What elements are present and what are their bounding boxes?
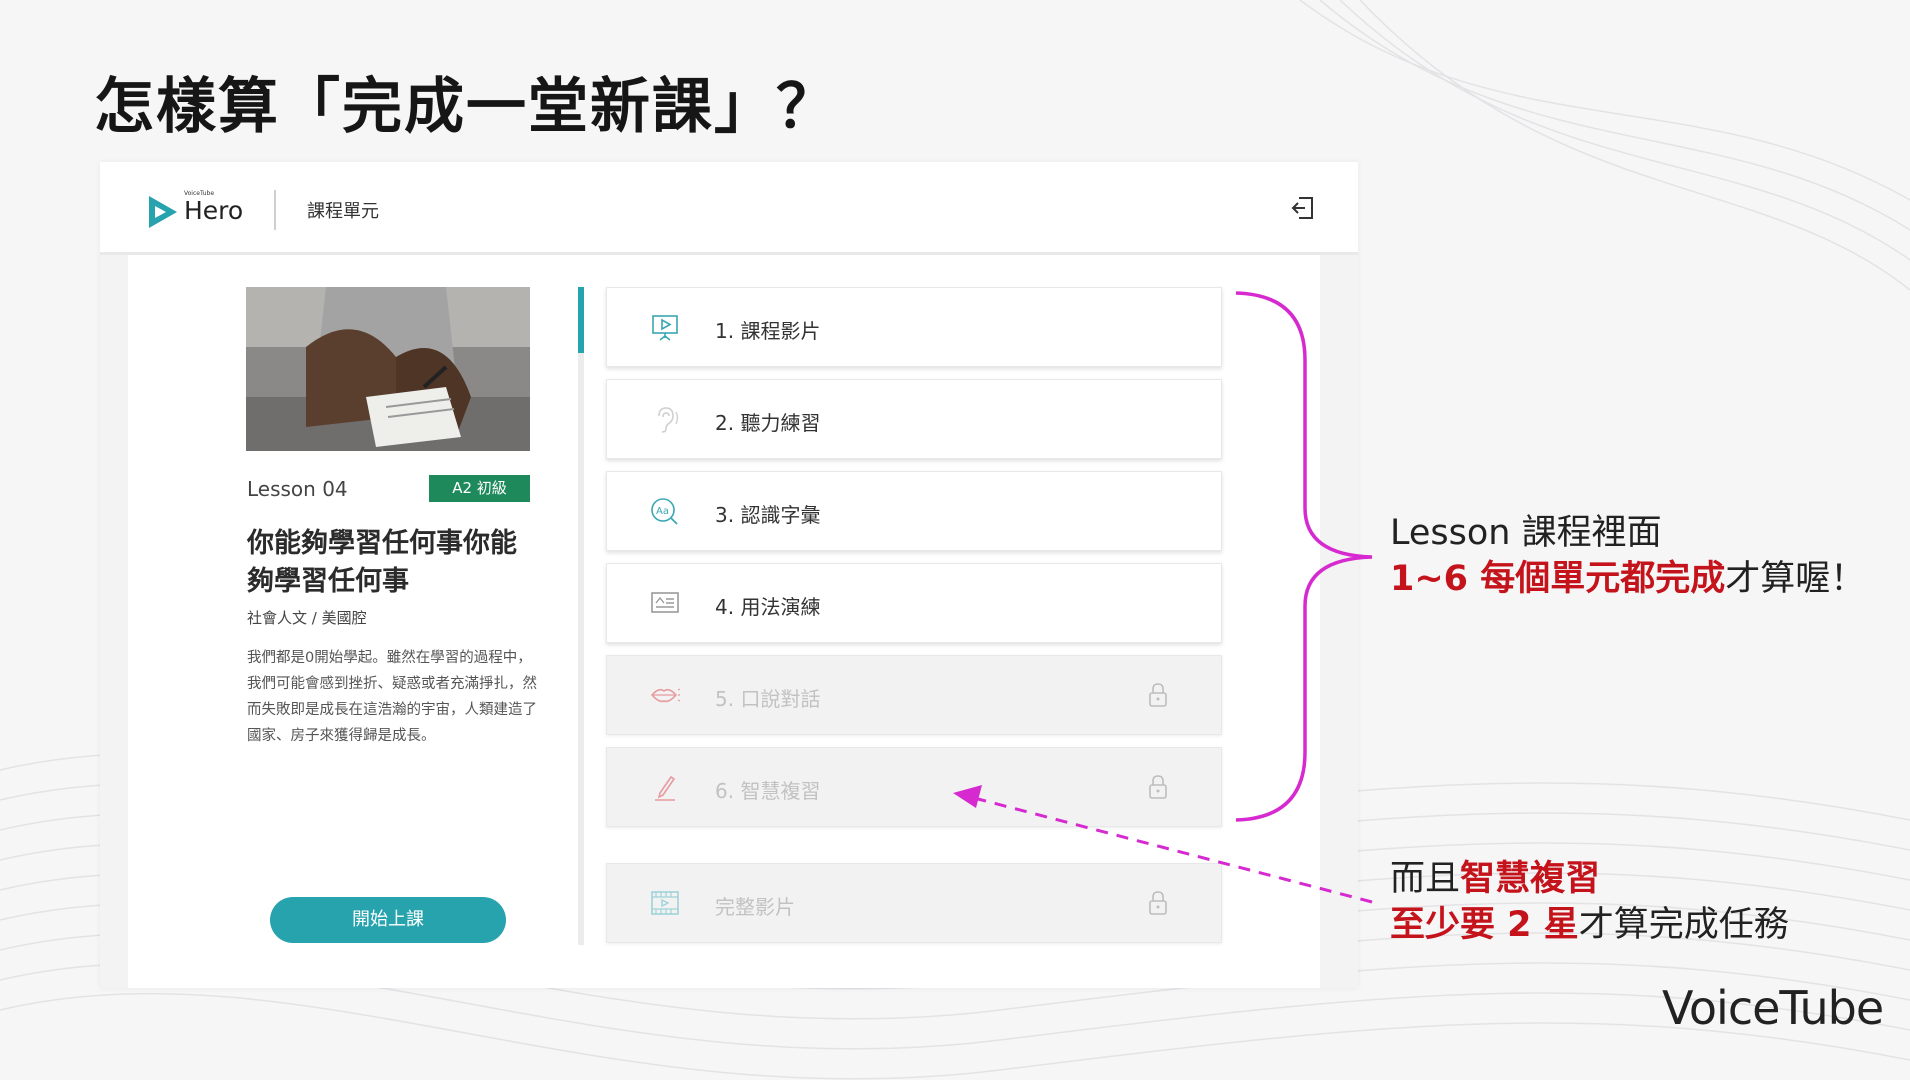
annotation-text: 才算完成任務 bbox=[1578, 905, 1789, 945]
dashed-arrow-line bbox=[977, 797, 1373, 904]
voicetube-logo: VoiceTube bbox=[1592, 975, 1892, 1045]
annotation-highlight: 智慧複習 bbox=[1460, 859, 1601, 899]
annotation-text: 而且 bbox=[1390, 859, 1461, 899]
annotation-text: 才算喔！ bbox=[1725, 559, 1866, 599]
annotation-highlight: 至少要 2 星 bbox=[1390, 905, 1579, 945]
curly-brace bbox=[1235, 291, 1373, 822]
annotation-units-complete: Lesson 課程裡面 1~6 每個單元都完成才算喔！ bbox=[1390, 510, 1865, 602]
annotation-highlight: 1~6 每個單元都完成 bbox=[1390, 559, 1726, 599]
annotation-line: Lesson 課程裡面 bbox=[1390, 513, 1662, 553]
arrow-head bbox=[953, 785, 982, 808]
voicetube-play-logo-icon bbox=[1592, 979, 1648, 1043]
annotation-smart-review: 而且智慧複習 至少要 2 星才算完成任務 bbox=[1390, 856, 1789, 948]
voicetube-logo-text: VoiceTube bbox=[1662, 981, 1884, 1035]
